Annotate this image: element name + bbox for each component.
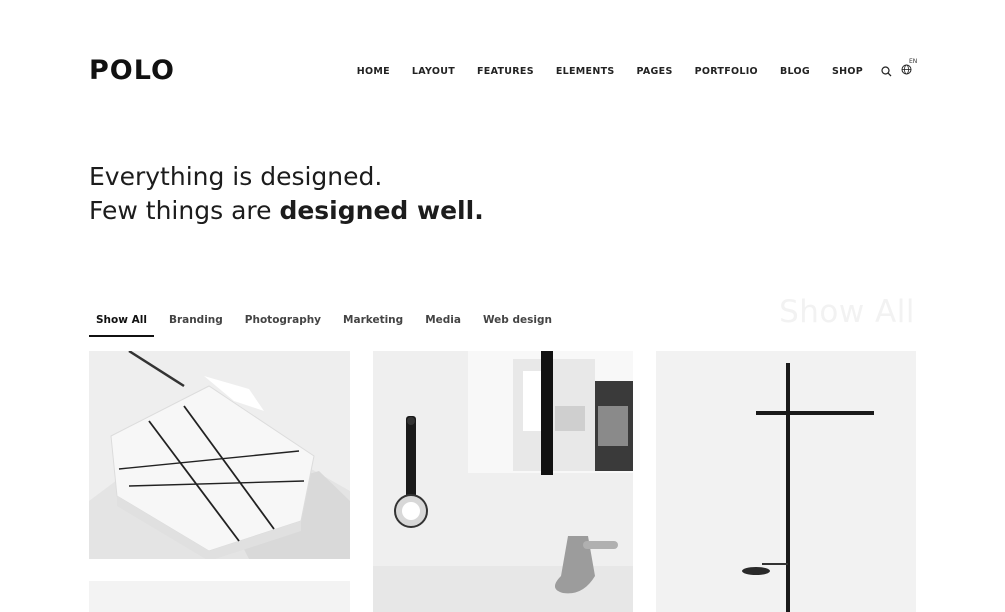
hero-heading: Everything is designed. Few things are d…	[89, 160, 484, 228]
portfolio-item-fourth[interactable]	[89, 581, 350, 612]
portfolio-item-magazine-tape[interactable]	[373, 351, 633, 612]
nav-home[interactable]: HOME	[357, 66, 390, 77]
filter-marketing[interactable]: Marketing	[336, 314, 410, 335]
hero-line-2: Few things are designed well.	[89, 194, 484, 228]
hero-line-2-bold: designed well.	[279, 196, 484, 225]
filter-photography[interactable]: Photography	[238, 314, 328, 335]
hero-line-1: Everything is designed.	[89, 162, 383, 191]
site-logo[interactable]: POLO	[89, 55, 175, 86]
bundled-paper-image	[89, 351, 350, 559]
nav-pages[interactable]: PAGES	[637, 66, 673, 77]
language-code: EN	[909, 58, 918, 65]
nav-features[interactable]: FEATURES	[477, 66, 534, 77]
page: POLO HOME LAYOUT FEATURES ELEMENTS PAGES…	[0, 0, 1005, 612]
portfolio-item-bundled-paper[interactable]	[89, 351, 350, 559]
magazine-tape-image	[373, 351, 633, 612]
fourth-item-image	[89, 581, 350, 612]
cross-stand-image	[656, 351, 916, 612]
nav-shop[interactable]: SHOP	[832, 66, 863, 77]
portfolio-item-cross-stand[interactable]	[656, 351, 916, 612]
globe-icon	[901, 64, 912, 75]
nav-layout[interactable]: LAYOUT	[412, 66, 455, 77]
language-selector[interactable]: EN	[901, 58, 917, 78]
hero-line-2-prefix: Few things are	[89, 196, 280, 225]
nav-blog[interactable]: BLOG	[780, 66, 810, 77]
main-nav: HOME LAYOUT FEATURES ELEMENTS PAGES PORT…	[357, 58, 918, 78]
filter-show-all[interactable]: Show All	[89, 314, 154, 337]
portfolio-filters: Show All Branding Photography Marketing …	[89, 314, 567, 337]
filter-web-design[interactable]: Web design	[476, 314, 559, 335]
filter-ghost-title: Show All	[779, 294, 915, 330]
search-icon[interactable]	[879, 64, 893, 78]
nav-portfolio[interactable]: PORTFOLIO	[695, 66, 758, 77]
filter-branding[interactable]: Branding	[162, 314, 230, 335]
filter-media[interactable]: Media	[418, 314, 468, 335]
nav-elements[interactable]: ELEMENTS	[556, 66, 615, 77]
